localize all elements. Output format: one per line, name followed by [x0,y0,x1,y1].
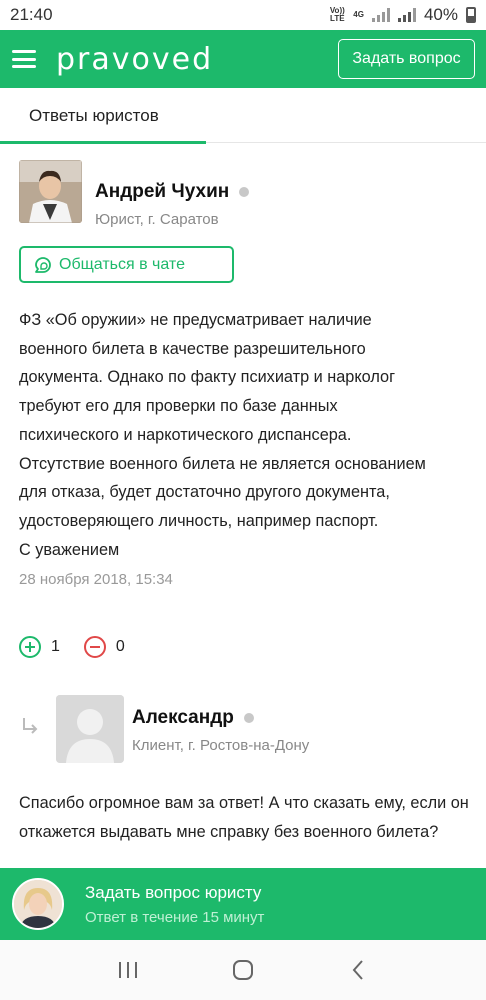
signal-2-icon [397,8,416,22]
offline-status-dot [243,713,254,723]
client-reply: Александр Клиент, г. Ростов-на-Дону Спас… [19,695,469,846]
vote-bar: 1 0 [19,636,125,658]
reply-text: Спасибо огромное вам за ответ! А что ска… [19,794,469,841]
battery-icon [466,7,476,23]
consultant-avatar [12,878,64,930]
reply-header: Александр Клиент, г. Ростов-на-Дону [56,695,469,763]
hamburger-icon[interactable] [12,50,36,68]
back-icon[interactable] [338,950,378,990]
answer-date: 28 ноября 2018, 15:34 [19,571,173,589]
offline-status-dot [239,187,250,197]
signal-icon [371,8,390,22]
network-type-indicator: 4G [353,10,364,19]
app-header: pravoved Задать вопрос [0,30,486,88]
cta-subtitle: Ответ в течение 15 минут [85,908,265,926]
status-indicators: Vo)) LTE 4G 40% [329,5,476,25]
battery-percent: 40% [423,5,458,24]
system-nav-bar [0,940,486,1000]
lawyer-photo[interactable] [19,160,82,223]
recents-icon[interactable] [108,950,148,990]
client-subtitle: Клиент, г. Ростов-на-Дону [132,737,310,754]
logo[interactable]: pravoved [56,42,213,77]
lawyer-subtitle: Юрист, г. Саратов [95,211,219,228]
lawyer-name[interactable]: Андрей Чухин [95,181,229,203]
ask-lawyer-banner[interactable]: Задать вопрос юристу Ответ в течение 15 … [0,868,486,940]
volte-indicator: Vo)) LTE [329,6,345,23]
downvote-button[interactable]: 0 [83,636,125,658]
downvote-count: 0 [115,638,125,655]
answer-text: ФЗ «Об оружии» не предусматривает наличи… [19,311,426,559]
lawyer-answer: Андрей Чухин Юрист, г. Саратов Общаться … [19,160,469,588]
client-avatar [56,695,124,763]
lawyer-header: Андрей Чухин Юрист, г. Саратов [19,160,469,228]
tabs-bar: Ответы юристов [0,88,486,144]
status-bar: 21:40 Vo)) LTE 4G 40% [0,0,486,30]
client-name: Александр [132,707,234,728]
upvote-count: 1 [51,638,60,655]
tab-lawyer-answers[interactable]: Ответы юристов [0,88,206,144]
status-time: 21:40 [10,5,53,24]
plus-circle-icon [19,636,41,658]
home-icon[interactable] [223,950,263,990]
client-info: Александр Клиент, г. Ростов-на-Дону [132,707,309,754]
cta-title: Задать вопрос юристу [85,882,262,902]
minus-circle-icon [83,636,106,658]
reply-arrow-icon [23,718,38,734]
upvote-button[interactable]: 1 [19,636,60,658]
chat-bubble-icon [35,256,51,273]
chat-button-label: Общаться в чате [59,255,185,273]
ask-question-button[interactable]: Задать вопрос [338,39,475,79]
chat-button[interactable]: Общаться в чате [19,246,234,283]
lawyer-info: Андрей Чухин Юрист, г. Саратов [95,181,250,228]
